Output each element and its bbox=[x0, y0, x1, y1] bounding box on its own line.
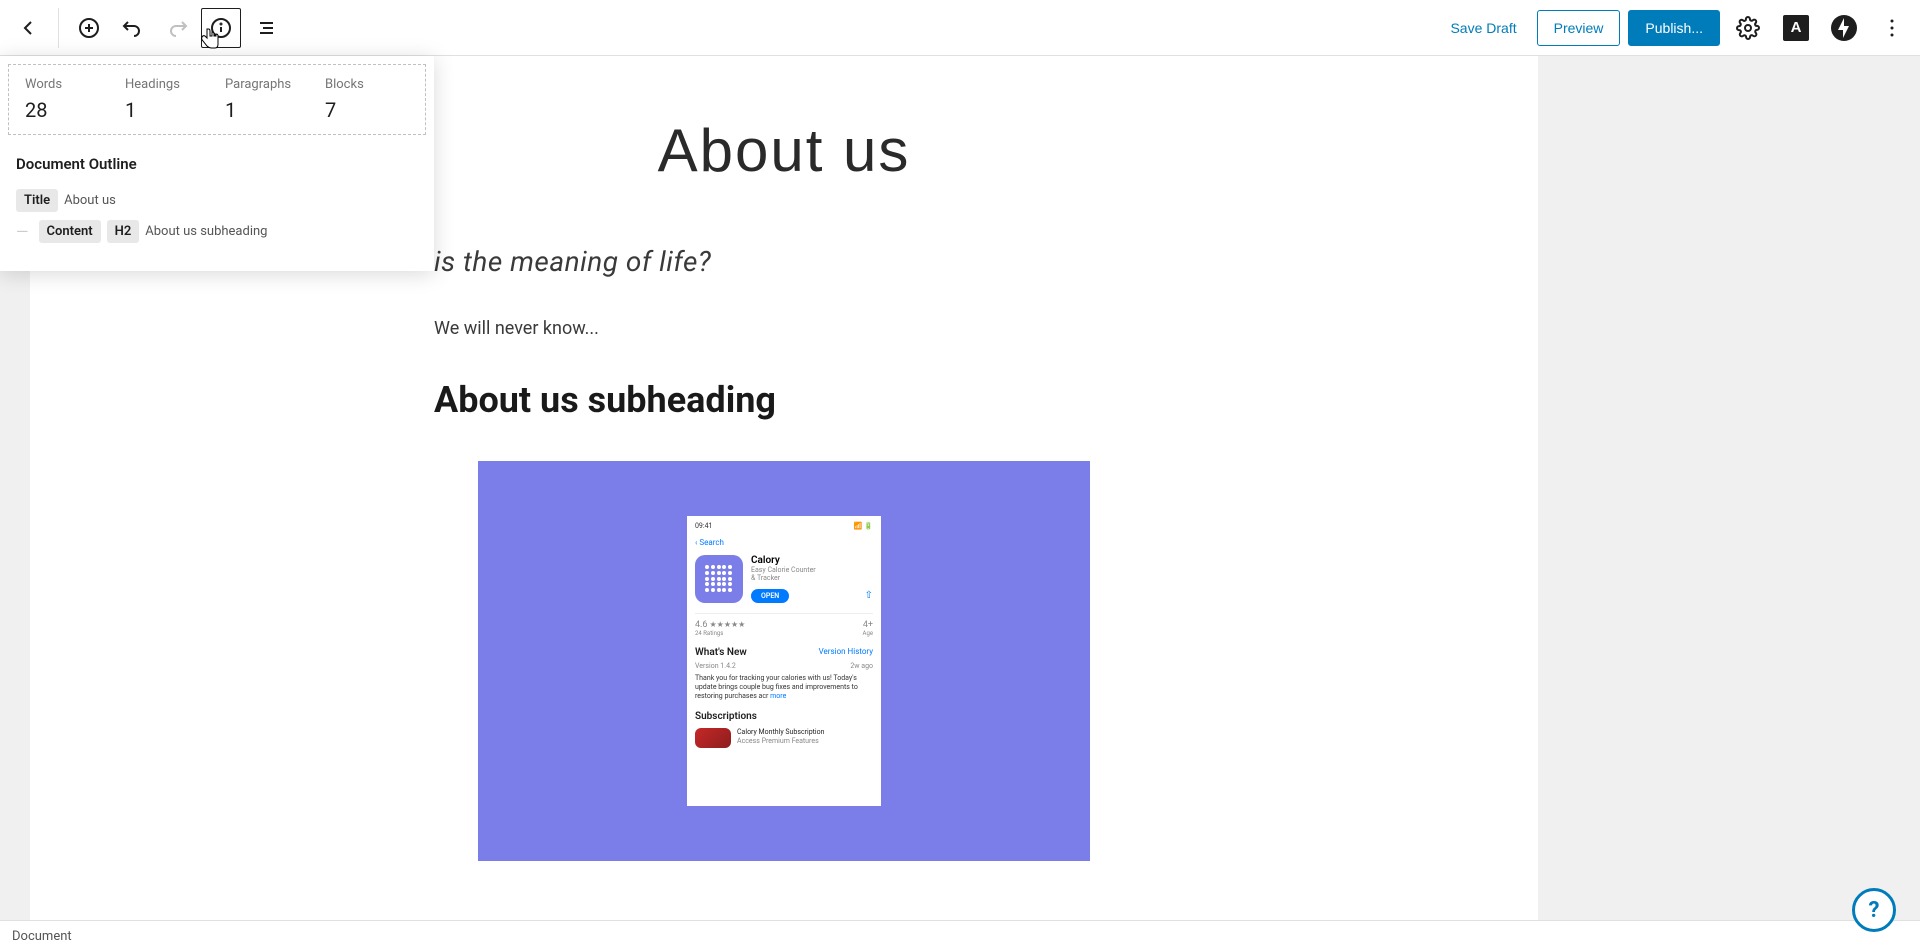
blocks-value: 7 bbox=[325, 98, 409, 122]
outline-title-item[interactable]: Title About us bbox=[16, 189, 418, 212]
title-text: About us bbox=[64, 193, 116, 208]
help-icon: ? bbox=[1869, 898, 1880, 923]
outline-tree-line: — bbox=[16, 222, 29, 241]
phone-back-search: ‹ Search bbox=[695, 538, 873, 547]
stat-words: Words 28 bbox=[17, 77, 117, 122]
whats-new-row: What's New Version History bbox=[695, 647, 873, 658]
outline-heading: Document Outline bbox=[16, 155, 418, 173]
heading-block[interactable]: About us subheading bbox=[434, 379, 1134, 421]
toolbar-right-group: Save Draft Preview Publish... A bbox=[1438, 8, 1912, 48]
paragraphs-label: Paragraphs bbox=[225, 77, 309, 92]
app-name: Calory bbox=[751, 555, 873, 566]
phone-mockup: 09:41 📶 🔋 ‹ Search Calory Easy Calorie C… bbox=[687, 516, 881, 806]
blocks-label: Blocks bbox=[325, 77, 409, 92]
quote-block[interactable]: is the meaning of life? bbox=[434, 245, 1134, 278]
paragraphs-value: 1 bbox=[225, 98, 309, 122]
app-icon bbox=[695, 555, 743, 603]
ratings-count: 24 Ratings bbox=[695, 630, 745, 637]
subscription-desc: Access Premium Features bbox=[737, 737, 824, 745]
plus-circle-icon bbox=[77, 16, 101, 40]
bottom-breadcrumb-bar: Document bbox=[0, 920, 1920, 952]
version-history-link: Version History bbox=[819, 647, 873, 658]
more-options-button[interactable] bbox=[1872, 8, 1912, 48]
more-link: more bbox=[770, 692, 786, 700]
jetpack-icon bbox=[1831, 15, 1857, 41]
image-container: 09:41 📶 🔋 ‹ Search Calory Easy Calorie C… bbox=[478, 461, 1090, 861]
redo-button[interactable] bbox=[157, 8, 197, 48]
divider bbox=[58, 8, 59, 48]
subscription-text: Calory Monthly Subscription Access Premi… bbox=[737, 728, 824, 748]
words-label: Words bbox=[25, 77, 109, 92]
post-content: is the meaning of life? We will never kn… bbox=[414, 245, 1154, 861]
help-button[interactable]: ? bbox=[1852, 888, 1896, 932]
breadcrumb-document[interactable]: Document bbox=[12, 929, 72, 944]
app-info: Calory Easy Calorie Counter & Tracker OP… bbox=[751, 555, 873, 603]
stats-row: Words 28 Headings 1 Paragraphs 1 Blocks … bbox=[8, 64, 426, 135]
headings-value: 1 bbox=[125, 98, 209, 122]
app-desc-line2: & Tracker bbox=[751, 574, 873, 582]
text-a-icon: A bbox=[1783, 15, 1809, 41]
whats-new-label: What's New bbox=[695, 647, 747, 658]
h2-badge: H2 bbox=[107, 220, 140, 243]
content-info-button[interactable] bbox=[201, 8, 241, 48]
h2-text: About us subheading bbox=[145, 224, 267, 239]
list-icon bbox=[253, 16, 277, 40]
publish-button[interactable]: Publish... bbox=[1628, 10, 1720, 46]
words-value: 28 bbox=[25, 98, 109, 122]
subscriptions-heading: Subscriptions bbox=[695, 711, 873, 722]
text-settings-button[interactable]: A bbox=[1776, 8, 1816, 48]
phone-status-bar: 09:41 📶 🔋 bbox=[695, 522, 873, 530]
content-info-popover: Words 28 Headings 1 Paragraphs 1 Blocks … bbox=[0, 56, 434, 271]
headings-label: Headings bbox=[125, 77, 209, 92]
app-header: Calory Easy Calorie Counter & Tracker OP… bbox=[695, 555, 873, 603]
age-rating: 4+ bbox=[863, 620, 873, 630]
save-draft-button[interactable]: Save Draft bbox=[1438, 12, 1528, 44]
undo-button[interactable] bbox=[113, 8, 153, 48]
stat-paragraphs: Paragraphs 1 bbox=[217, 77, 317, 122]
chevron-left-icon bbox=[16, 16, 40, 40]
gear-icon bbox=[1736, 16, 1760, 40]
age-label: Age bbox=[863, 630, 873, 637]
info-icon bbox=[209, 16, 233, 40]
redo-icon bbox=[165, 16, 189, 40]
block-navigation-button[interactable] bbox=[245, 8, 285, 48]
preview-button[interactable]: Preview bbox=[1537, 10, 1621, 46]
settings-button[interactable] bbox=[1728, 8, 1768, 48]
app-desc-line1: Easy Calorie Counter bbox=[751, 566, 873, 574]
document-outline: Document Outline Title About us — Conten… bbox=[0, 143, 434, 271]
dots-vertical-icon bbox=[1880, 16, 1904, 40]
undo-icon bbox=[121, 16, 145, 40]
subscription-name: Calory Monthly Subscription bbox=[737, 728, 824, 736]
star-icons: ★★★★★ bbox=[709, 620, 745, 629]
phone-time: 09:41 bbox=[695, 522, 712, 530]
outline-h2-item[interactable]: — Content H2 About us subheading bbox=[16, 220, 418, 243]
version-number: Version 1.4.2 bbox=[695, 662, 736, 670]
open-button: OPEN bbox=[751, 589, 789, 603]
version-row: Version 1.4.2 2w ago bbox=[695, 662, 873, 670]
add-block-button[interactable] bbox=[69, 8, 109, 48]
stat-blocks: Blocks 7 bbox=[317, 77, 417, 122]
stat-headings: Headings 1 bbox=[117, 77, 217, 122]
paragraph-block[interactable]: We will never know... bbox=[434, 318, 1134, 339]
toolbar-left-group bbox=[8, 8, 285, 48]
rating-value: 4.6 bbox=[695, 620, 708, 630]
editor-toolbar: Save Draft Preview Publish... A bbox=[0, 0, 1920, 56]
time-ago: 2w ago bbox=[850, 662, 873, 670]
jetpack-button[interactable] bbox=[1824, 8, 1864, 48]
title-badge: Title bbox=[16, 189, 58, 212]
update-description: Thank you for tracking your calories wit… bbox=[695, 674, 873, 701]
rating-row: 4.6 ★★★★★ 24 Ratings 4+ Age bbox=[695, 613, 873, 637]
back-button[interactable] bbox=[8, 8, 48, 48]
share-icon: ⇧ bbox=[865, 590, 873, 601]
content-badge: Content bbox=[39, 220, 101, 243]
subscription-item: Calory Monthly Subscription Access Premi… bbox=[695, 728, 873, 748]
image-block[interactable]: 09:41 📶 🔋 ‹ Search Calory Easy Calorie C… bbox=[434, 461, 1134, 861]
phone-signal-icons: 📶 🔋 bbox=[854, 522, 873, 530]
subscription-icon bbox=[695, 728, 731, 748]
